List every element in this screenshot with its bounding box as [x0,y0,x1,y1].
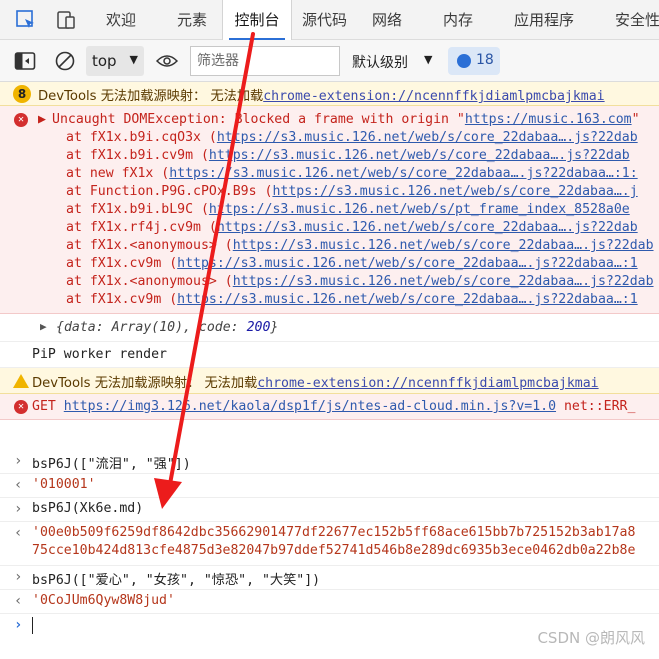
result-value-line: '00e0b509f6259df8642dbc35662901477df2267… [32,525,636,540]
console-input-echo: › bsP6J(Xk6e.md) [0,498,659,522]
device-toolbar-button[interactable] [52,6,80,34]
console-output: 8 DevTools 无法加载源映射： 无法加载chrome-extension… [0,82,659,659]
text-cursor [32,617,33,634]
command-text: bsP6J(Xk6e.md) [32,501,144,516]
stack-frame-link[interactable]: https://s3.music.126.net/web/s/core_22da… [209,148,630,163]
request-url-link[interactable]: https://img3.126.net/kaola/dsp1f/js/ntes… [64,399,556,414]
console-toolbar: top ▼ 默认级别 ▼ 18 [0,40,659,82]
command-text: bsP6J(["流泪", "强"]) [32,457,191,472]
result-value: '0CoJUm6Qyw8W8jud' [32,593,175,608]
input-chevron-icon: › [14,501,23,517]
log-text: PiP worker render [32,347,167,362]
stack-frame-link[interactable]: https://s3.music.126.net/web/s/core_22da… [169,166,637,181]
stack-frame-link[interactable]: https://s3.music.126.net/web/s/core_22da… [177,292,638,307]
result-chevron-icon: ‹ [14,477,23,493]
eye-icon [156,55,178,67]
warning-icon [13,374,29,388]
live-expression-button[interactable] [154,48,180,74]
tab-welcome[interactable]: 欢迎 [106,0,136,40]
stack-frame-link[interactable]: https://s3.music.126.net/web/s/core_22da… [272,184,637,199]
result-chevron-icon: ‹ [14,525,23,541]
context-value: top [92,52,117,70]
warning-text: DevTools 无法加载源映射： 无法加载 [38,89,264,104]
issues-button[interactable]: 18 [448,47,500,75]
clear-console-button[interactable] [52,48,78,74]
stack-frame-link[interactable]: https://s3.music.126.net/web/s/core_22da… [217,220,638,235]
result-value-line: 75cce10b424d813cfe4875d3e82047b97ddef527… [32,543,636,558]
error-message: Uncaught DOMException: Blocked a frame w… [52,112,465,127]
stack-frame-link[interactable]: https://s3.music.126.net/web/s/core_22da… [233,274,654,289]
console-input-echo: › bsP6J(["流泪", "强"]) [0,450,659,474]
stack-frame: at fX1x.<anonymous> (https://s3.music.12… [66,238,654,253]
console-input-echo: › bsP6J(["爱心", "女孩", "惊恐", "大笑"]) [0,566,659,590]
tab-console[interactable]: 控制台 [222,0,292,40]
log-level-select[interactable]: 默认级别 [352,52,408,72]
tab-network[interactable]: 网络 [372,0,402,40]
stack-frame: at fX1x.cv9m (https://s3.music.126.net/w… [66,256,638,271]
warning-text: DevTools 无法加载源映射： 无法加载 [32,376,258,391]
input-chevron-icon: › [14,569,23,585]
inspect-element-button[interactable] [12,6,40,34]
command-text: bsP6J(["爱心", "女孩", "惊恐", "大笑"]) [32,573,321,588]
chevron-down-icon: ▼ [424,53,433,66]
stack-frame-link[interactable]: https://s3.music.126.net/web/s/core_22da… [233,238,654,253]
filter-input[interactable] [190,46,340,76]
prompt-chevron-icon: › [14,617,23,633]
context-select[interactable]: top ▼ [86,46,144,76]
tab-application[interactable]: 应用程序 [514,0,574,40]
object-preview[interactable]: {data: Array(10), code: [56,320,247,335]
devtools-tab-strip: 欢迎 元素 控制台 源代码 网络 内存 应用程序 安全性 [0,0,659,40]
tab-memory[interactable]: 内存 [443,0,473,40]
console-result: ‹ '010001' [0,474,659,498]
input-chevron-icon: › [14,453,23,469]
error-icon: ✕ [14,113,28,127]
tab-elements[interactable]: 元素 [177,0,207,40]
clear-icon [55,51,75,71]
inspect-icon [16,10,34,28]
warning-count-badge: 8 [13,85,31,103]
stack-frame: at fX1x.b9i.bL9C (https://s3.music.126.n… [66,202,630,217]
console-warning: DevTools 无法加载源映射： 无法加载chrome-extension:/… [0,368,659,394]
stack-frame-link[interactable]: https://s3.music.126.net/web/s/core_22da… [177,256,638,271]
warning-link[interactable]: chrome-extension://ncennffkjdiamlpmcbajk… [263,89,604,104]
stack-frame: at fX1x.b9i.cqO3x (https://s3.music.126.… [66,130,638,145]
stack-frame: at fX1x.cv9m (https://s3.music.126.net/w… [66,292,638,307]
console-log: PiP worker render [0,342,659,368]
expand-triangle-icon[interactable]: ▶ [40,320,47,333]
tab-sources[interactable]: 源代码 [302,0,347,40]
device-icon [57,11,75,29]
console-warning: 8 DevTools 无法加载源映射： 无法加载chrome-extension… [0,82,659,106]
warning-link[interactable]: chrome-extension://ncennffkjdiamlpmcbajk… [257,376,598,391]
console-log-object: ▶ {data: Array(10), code: 200} [0,314,659,342]
issues-icon [457,54,471,68]
toggle-sidebar-button[interactable] [12,48,38,74]
issues-count: 18 [476,52,494,68]
sidebar-icon [14,52,36,70]
console-error: ✕ GET https://img3.126.net/kaola/dsp1f/j… [0,394,659,420]
stack-frame: at fX1x.b9i.cv9m (https://s3.music.126.n… [66,148,630,163]
expand-triangle-icon[interactable]: ▶ [38,112,46,127]
watermark: CSDN @朗风风 [537,629,645,647]
result-chevron-icon: ‹ [14,593,23,609]
stack-frame-link[interactable]: https://s3.music.126.net/web/s/pt_frame_… [209,202,630,217]
stack-frame: at Function.P9G.cPOx.B9s (https://s3.mus… [66,184,638,199]
stack-frame-link[interactable]: https://s3.music.126.net/web/s/core_22da… [217,130,638,145]
stack-frame: at fX1x.rf4j.cv9m (https://s3.music.126.… [66,220,638,235]
console-result: ‹ '0CoJUm6Qyw8W8jud' [0,590,659,614]
stack-frame: at fX1x.<anonymous> (https://s3.music.12… [66,274,654,289]
tab-security[interactable]: 安全性 [615,0,659,40]
error-origin-link[interactable]: https://music.163.com [465,112,632,127]
console-error: ✕ ▶ Uncaught DOMException: Blocked a fra… [0,106,659,314]
console-result: ‹ '00e0b509f6259df8642dbc35662901477df22… [0,522,659,566]
result-value: '010001' [32,477,96,492]
stack-frame: at new fX1x (https://s3.music.126.net/we… [66,166,638,181]
chevron-down-icon: ▼ [129,53,138,66]
error-icon: ✕ [14,400,28,414]
